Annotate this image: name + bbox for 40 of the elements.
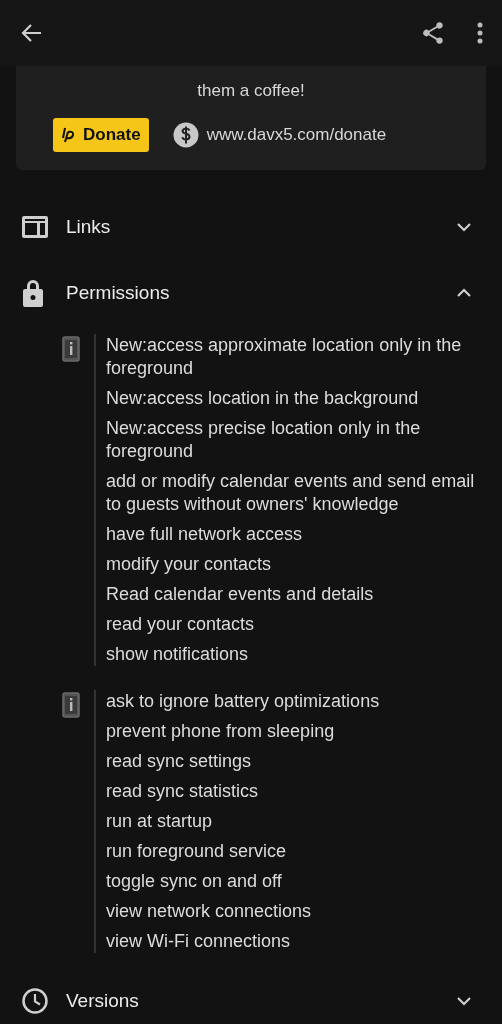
permission-text: run at startup (106, 810, 214, 833)
section-title: Links (66, 214, 112, 239)
dollar-icon (172, 122, 199, 148)
permission-text: read your contacts (106, 613, 256, 636)
back-arrow-icon[interactable] (20, 23, 42, 43)
donate-logo-icon (61, 127, 75, 143)
chevron-up-icon[interactable] (456, 288, 472, 298)
section-title: Versions (66, 988, 140, 1013)
chevron-down-icon[interactable] (456, 222, 472, 232)
permission-text: ask to ignore battery optimizations (106, 690, 381, 713)
share-icon[interactable] (420, 20, 446, 46)
permission-text: New:access precise location only in the foreground (106, 417, 422, 463)
permission-text: view Wi-Fi connections (106, 930, 292, 953)
permission-text: New:access location in the background (106, 387, 420, 410)
donate-text: them a coffee! (197, 80, 305, 102)
section-header[interactable]: Versions (0, 968, 502, 1024)
permission-text: add or modify calendar events and send email to guests without owners' knowledge (106, 470, 476, 516)
chevron-down-icon[interactable] (456, 996, 472, 1006)
section-header[interactable]: Permissions (0, 260, 502, 326)
clock-icon (22, 988, 48, 1014)
permission-text: toggle sync on and off (106, 870, 283, 893)
permission-text: show notifications (106, 643, 250, 666)
permission-text: read sync settings (106, 750, 253, 773)
lock-icon (22, 279, 44, 307)
permission-text: have full network access (106, 523, 304, 546)
permission-text: modify your contacts (106, 553, 273, 576)
phone-info-icon (62, 692, 80, 718)
donate-button[interactable]: Donate (53, 118, 149, 152)
permission-text: view network connections (106, 900, 313, 923)
permission-text: run foreground service (106, 840, 288, 863)
section-header[interactable]: Links (0, 194, 502, 260)
donate-link[interactable]: www.davx5.com/donate (206, 122, 387, 148)
more-icon[interactable] (476, 22, 484, 44)
permission-text: New:access approximate location only in the foreground (106, 334, 463, 380)
permission-text: read sync statistics (106, 780, 260, 803)
phone-info-icon (62, 336, 80, 362)
section-title: Permissions (66, 280, 171, 305)
permission-text: prevent phone from sleeping (106, 720, 336, 743)
permission-text: Read calendar events and details (106, 583, 375, 606)
web-layout-icon (22, 216, 48, 238)
